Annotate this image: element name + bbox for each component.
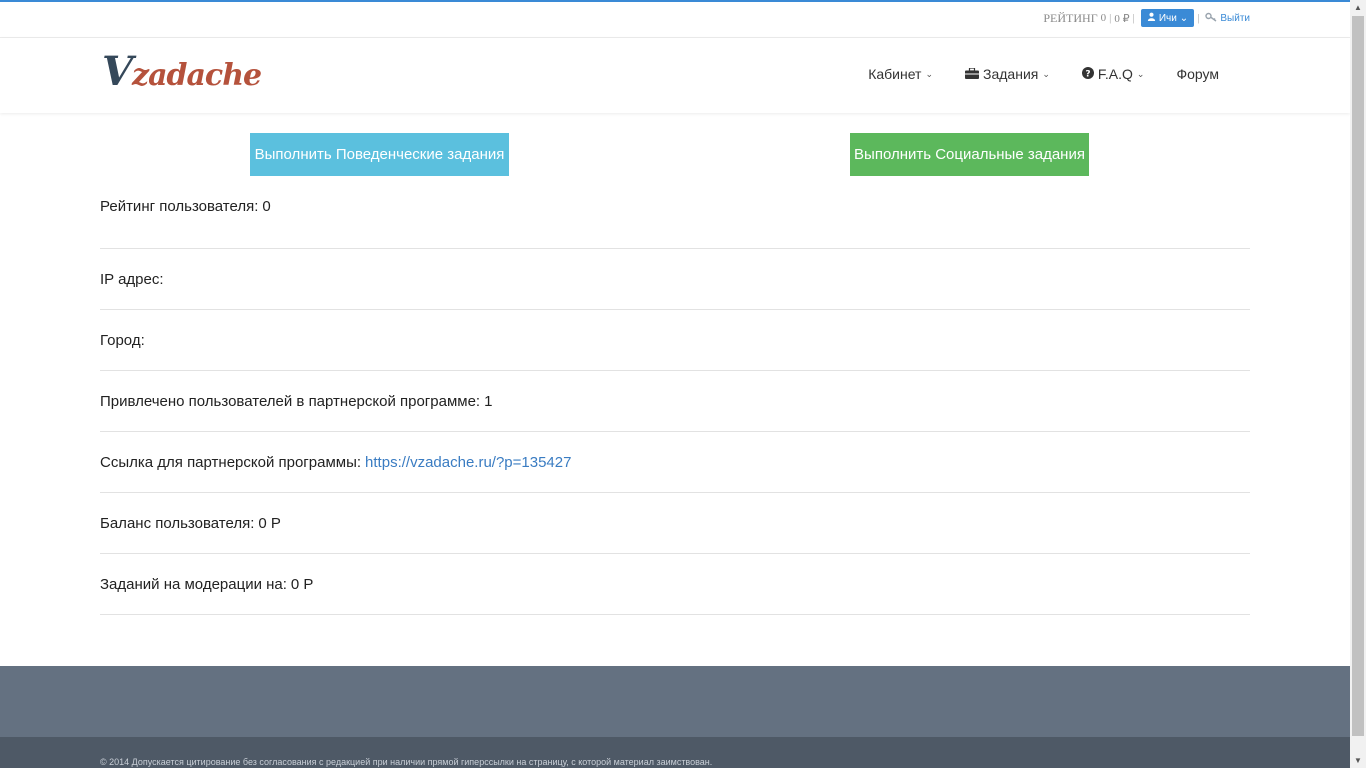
user-info-list: Рейтинг пользователя: 0 IP адрес: Город:…: [100, 198, 1250, 615]
info-label: Заданий на модерации на:: [100, 575, 287, 593]
question-circle-icon: ?: [1081, 66, 1094, 82]
info-label: Привлечено пользователей в партнерской п…: [100, 392, 481, 410]
nav-label: Форум: [1176, 66, 1219, 82]
site-header: Vzadache Кабинет ⌄ Задания ⌄ ? F.A.Q ⌄ Ф…: [0, 38, 1350, 113]
info-value: 1: [484, 392, 493, 410]
info-row-city: Город:: [100, 310, 1250, 371]
info-row-ref-link: Ссылка для партнерской программы: https:…: [100, 432, 1250, 493]
social-tasks-button[interactable]: Выполнить Социальные задания: [850, 133, 1089, 176]
behavior-tasks-button[interactable]: Выполнить Поведенческие задания: [250, 133, 509, 176]
nav-item-forum[interactable]: Форум: [1176, 66, 1219, 82]
info-row-referred: Привлечено пользователей в партнерской п…: [100, 371, 1250, 432]
main-content: Выполнить Поведенческие задания Выполнит…: [100, 133, 1250, 615]
rating-label: РЕЙТИНГ: [1043, 10, 1098, 25]
svg-text:?: ?: [1085, 69, 1090, 79]
scroll-up-icon[interactable]: ▲: [1354, 3, 1362, 12]
user-menu-button[interactable]: Ичи ⌄: [1140, 9, 1195, 27]
chevron-down-icon: ⌄: [1042, 68, 1050, 79]
divider: |: [1197, 12, 1200, 24]
chevron-down-icon: ⌄: [1179, 12, 1189, 24]
page-scrollbar[interactable]: ▲ ▼: [1350, 0, 1366, 768]
info-label: Ссылка для партнерской программы:: [100, 453, 362, 471]
chevron-down-icon: ⌄: [1136, 68, 1145, 79]
info-label: Баланс пользователя:: [100, 514, 255, 532]
logout-label: Выйти: [1220, 12, 1250, 24]
info-label: Город:: [100, 331, 145, 349]
copyright-text: © 2014 Допускается цитирование без согла…: [100, 757, 713, 767]
logo-letter: V: [102, 48, 133, 95]
footer-bottom: © 2014 Допускается цитирование без согла…: [0, 737, 1350, 768]
info-value: 0: [262, 198, 271, 215]
scrollbar-thumb[interactable]: [1352, 16, 1364, 736]
nav-item-faq[interactable]: ? F.A.Q ⌄: [1081, 66, 1145, 82]
key-icon: [1205, 12, 1217, 25]
briefcase-icon: [965, 66, 980, 82]
info-row-rating: Рейтинг пользователя: 0: [100, 198, 1250, 249]
info-row-moderation: Заданий на модерации на: 0 Р: [100, 554, 1250, 615]
site-logo[interactable]: Vzadache: [102, 48, 262, 95]
action-buttons: Выполнить Поведенческие задания Выполнит…: [100, 133, 1250, 176]
rating-value: 0: [1100, 12, 1107, 24]
nav-label: Задания: [983, 66, 1039, 82]
top-bar: РЕЙТИНГ 0 | 0 ₽ | Ичи ⌄ | Выйти: [0, 2, 1350, 38]
referral-link[interactable]: https://vzadache.ru/?p=135427: [365, 454, 571, 471]
nav-label: F.A.Q: [1097, 66, 1133, 82]
info-row-balance: Баланс пользователя: 0 Р: [100, 493, 1250, 554]
main-nav: Кабинет ⌄ Задания ⌄ ? F.A.Q ⌄ Форум: [836, 66, 1219, 82]
info-value: 0 Р: [290, 575, 314, 593]
user-icon: [1147, 12, 1156, 24]
balance-value: 0 ₽: [1114, 12, 1130, 25]
top-bar-status: РЕЙТИНГ 0 | 0 ₽ | Ичи ⌄ | Выйти: [1043, 8, 1250, 28]
scroll-down-icon[interactable]: ▼: [1354, 756, 1362, 765]
chevron-down-icon: ⌄: [925, 68, 934, 79]
nav-item-tasks[interactable]: Задания ⌄: [965, 66, 1050, 82]
divider: |: [1109, 12, 1112, 24]
user-name: Ичи: [1158, 12, 1177, 24]
info-label: IP адрес:: [100, 270, 164, 288]
nav-label: Кабинет: [868, 66, 922, 82]
logo-text: zadache: [132, 58, 262, 93]
nav-item-cabinet[interactable]: Кабинет ⌄: [868, 66, 933, 82]
info-value: 0 Р: [258, 514, 281, 532]
footer-top: [0, 666, 1350, 737]
divider: |: [1132, 12, 1135, 24]
logout-link[interactable]: Выйти: [1205, 12, 1250, 25]
info-row-ip: IP адрес:: [100, 249, 1250, 310]
info-label: Рейтинг пользователя:: [100, 198, 259, 215]
